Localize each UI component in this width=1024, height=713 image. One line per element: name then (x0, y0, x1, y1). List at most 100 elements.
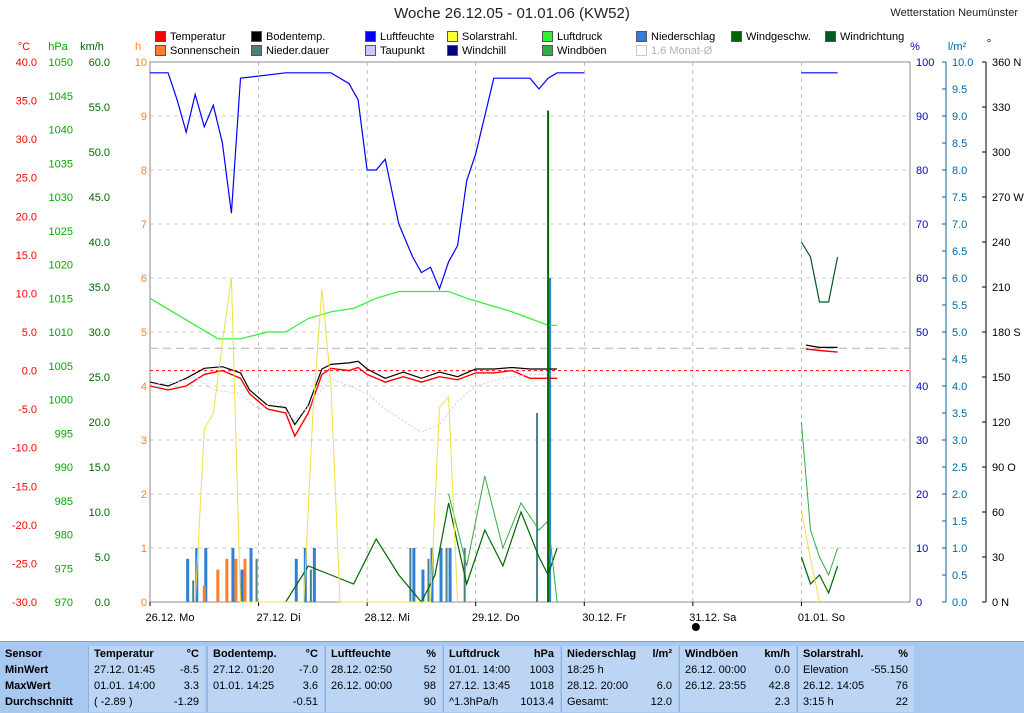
precip-tick-label: 4.5 (952, 354, 967, 366)
stat-value: 3.6 (302, 680, 318, 692)
precip-tick-label: 7.5 (952, 192, 967, 204)
precip-tick-label: 5.5 (952, 300, 967, 312)
stat-title: Niederschlag (567, 648, 637, 660)
precip-tick-label: 6.5 (952, 246, 967, 258)
percent-tick-label: 20 (916, 489, 928, 501)
stat-row: 26.12. 00:00 0.0 (680, 662, 796, 678)
percent-tick-label: 50 (916, 327, 928, 339)
stat-header: Luftfeuchte% (326, 646, 442, 662)
hpa-tick-label: 1005 (49, 361, 73, 373)
hpa-axis-unit: hPa (48, 41, 68, 53)
precip-tick-label: 8.5 (952, 138, 967, 150)
bar-sonnenschein (202, 585, 206, 602)
stat-block: Solarstrahl.% Elevation -55.150 26.12. 14:0… (797, 646, 914, 712)
x-tick-label: 26.12. Mo (146, 612, 195, 624)
bar-niederdauer (536, 413, 539, 602)
percent-tick-label: 40 (916, 381, 928, 393)
percent-tick-label: 30 (916, 435, 928, 447)
bar-sonnenschein (225, 558, 229, 602)
stat-time: 01.01. 14:00 (94, 680, 156, 692)
kmh-tick-label: 35.0 (89, 282, 110, 294)
stat-block: Temperatur °C 27.12. 01:45 -8.5 01.01. 14:00… (88, 646, 205, 712)
direction-tick-label: 330 (992, 102, 1010, 114)
weather-chart: 40.035.030.025.020.015.010.05.00.0-5.0-1… (12, 38, 1024, 631)
stat-value: 12.0 (650, 696, 672, 708)
stat-time: 18:25 h (567, 664, 604, 676)
direction-axis-unit: ° (987, 38, 991, 50)
stat-time: 01.01. 14:00 (449, 664, 511, 676)
bar-niederschlag (231, 548, 235, 602)
stat-time: 27.12. 01:45 (94, 664, 156, 676)
stat-block: Luftfeuchte% 28.12. 02:50 52 26.12. 00:00 98… (325, 646, 442, 712)
direction-tick-label: 240 (992, 237, 1010, 249)
temp-axis-unit: °C (18, 41, 30, 53)
stat-unit: % (426, 648, 436, 660)
kmh-tick-label: 0.0 (95, 597, 110, 609)
stat-row: Gesamt: 12.0 (562, 694, 678, 710)
row-labels: Sensor MinWert MaxWert Durchschnitt (0, 646, 86, 712)
stat-time: 28.12. 20:00 (567, 680, 629, 692)
stat-value: 98 (423, 680, 436, 692)
temp-tick-label: -10.0 (12, 443, 37, 455)
stat-title: Temperatur (94, 648, 154, 660)
bar-niederdauer (445, 548, 448, 602)
hpa-tick-label: 1030 (49, 192, 73, 204)
stat-row: 01.01. 14:00 1003 (444, 662, 560, 678)
temp-tick-label: 25.0 (16, 173, 37, 185)
stat-row: 28.12. 02:50 52 (326, 662, 442, 678)
temp-tick-label: -25.0 (12, 558, 37, 570)
stat-row: ( -2.89 ) -1.29 (89, 694, 205, 710)
hours-axis-unit: h (135, 41, 141, 53)
stat-row: 26.12. 23:55 42.8 (680, 678, 796, 694)
stat-header: Solarstrahl.% (798, 646, 914, 662)
stat-header: Niederschlag l/m² (562, 646, 678, 662)
temp-tick-label: -5.0 (18, 404, 37, 416)
precip-tick-label: 0.0 (952, 597, 967, 609)
stat-time: 26.12. 23:55 (685, 680, 747, 692)
kmh-tick-label: 5.0 (95, 552, 110, 564)
precip-tick-label: 10.0 (952, 57, 973, 69)
stat-time: 01.01. 14:25 (213, 680, 275, 692)
hpa-tick-label: 990 (55, 462, 73, 474)
bar-niederschlag (294, 558, 298, 602)
row-label: Sensor (5, 648, 43, 660)
hours-tick-label: 3 (141, 435, 147, 447)
stat-row: 2.3 (680, 694, 796, 710)
percent-tick-label: 60 (916, 273, 928, 285)
stat-time: 26.12. 14:05 (803, 680, 865, 692)
direction-tick-label: 90 O (992, 462, 1016, 474)
temp-tick-label: 20.0 (16, 211, 37, 223)
stat-value: 0.0 (774, 664, 790, 676)
temp-tick-label: 15.0 (16, 250, 37, 262)
stat-header: Temperatur °C (89, 646, 205, 662)
hpa-tick-label: 1040 (49, 125, 73, 137)
stat-value: -7.0 (299, 664, 318, 676)
stat-time: 26.12. 00:00 (685, 664, 747, 676)
percent-tick-label: 70 (916, 219, 928, 231)
precip-tick-label: 9.5 (952, 84, 967, 96)
stat-block: Luftdruck hPa 01.01. 14:00 1003 27.12. 13:45… (443, 646, 560, 712)
x-tick-label: 30.12. Fr (582, 612, 626, 624)
stat-row: 27.12. 01:45 -8.5 (89, 662, 205, 678)
direction-tick-label: 270 W (992, 192, 1024, 204)
stat-time: 26.12. 00:00 (331, 680, 393, 692)
kmh-tick-label: 10.0 (89, 507, 110, 519)
temp-tick-label: -15.0 (12, 481, 37, 493)
stat-value: 3.3 (183, 680, 199, 692)
stat-row: 27.12. 13:45 1018 (444, 678, 560, 694)
precip-tick-label: 1.0 (952, 543, 967, 555)
percent-tick-label: 0 (916, 597, 922, 609)
stat-time: 3:15 h (803, 696, 834, 708)
precip-tick-label: 3.5 (952, 408, 967, 420)
stat-value: 90 (423, 696, 436, 708)
hours-tick-label: 9 (141, 111, 147, 123)
x-tick-label: 27.12. Di (257, 612, 301, 624)
hpa-tick-label: 1020 (49, 260, 73, 272)
stat-value: 1013.4 (520, 696, 554, 708)
hpa-tick-label: 975 (55, 563, 73, 575)
stat-unit: l/m² (652, 648, 672, 660)
kmh-tick-label: 55.0 (89, 102, 110, 114)
stat-header: Luftdruck hPa (444, 646, 560, 662)
stat-row: 18:25 h (562, 662, 678, 678)
direction-tick-label: 120 (992, 417, 1010, 429)
